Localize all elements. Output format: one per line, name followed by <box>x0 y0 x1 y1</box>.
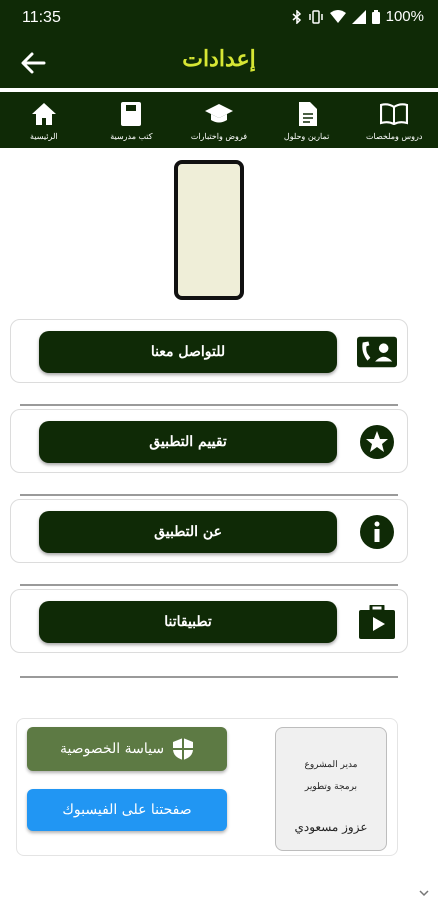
play-store-bag-icon <box>359 605 395 639</box>
apps-card: تطبيقاتنا <box>10 589 408 653</box>
divider <box>20 404 398 406</box>
tab-lessons[interactable]: دروس وملخصات <box>350 92 438 148</box>
status-time: 11:35 <box>22 9 61 27</box>
bottom-panel: سياسة الخصوصية صفحتنا على الفيسبوك مدير … <box>16 718 398 856</box>
star-circle-icon <box>359 424 395 460</box>
tab-books[interactable]: كتب مدرسية <box>88 92 176 148</box>
vibrate-icon <box>308 10 324 24</box>
book-open-icon <box>380 103 408 125</box>
tab-exercises[interactable]: تمارين وحلول <box>263 92 351 148</box>
facebook-page-button[interactable]: صفحتنا على الفيسبوك <box>27 789 227 831</box>
rate-button[interactable]: تقييم التطبيق <box>39 421 337 463</box>
divider <box>20 584 398 586</box>
chevron-down-icon <box>418 884 430 896</box>
tab-home[interactable]: الرئيسية <box>0 92 88 148</box>
tab-label: الرئيسية <box>30 132 58 141</box>
apps-icon-wrap <box>357 604 397 640</box>
battery-icon <box>372 10 380 24</box>
tab-exams[interactable]: فروض واختبارات <box>175 92 263 148</box>
privacy-policy-button[interactable]: سياسة الخصوصية <box>27 727 227 771</box>
contact-card: للتواصل معنا <box>10 319 408 383</box>
credit-role-manager: مدير المشروع <box>276 760 386 770</box>
status-bar: 11:35 100% <box>0 0 438 38</box>
tab-label: تمارين وحلول <box>284 132 329 141</box>
credits-box: مدير المشروع برمجة وتطوير عزوز مسعودي <box>275 727 387 851</box>
contact-icon-wrap <box>357 334 397 370</box>
info-icon <box>359 514 395 550</box>
about-icon-wrap <box>357 514 397 550</box>
apps-button[interactable]: تطبيقاتنا <box>39 601 337 643</box>
contact-phone-icon <box>357 336 397 368</box>
page-title: إعدادات <box>0 46 438 72</box>
shield-icon <box>172 737 194 761</box>
tab-label: كتب مدرسية <box>110 132 152 141</box>
about-card: عن التطبيق <box>10 499 408 563</box>
rate-icon-wrap <box>357 424 397 460</box>
document-icon <box>297 102 317 126</box>
wifi-icon <box>330 10 346 24</box>
graduation-cap-icon <box>204 102 234 126</box>
credit-name: عزوز مسعودي <box>276 820 386 834</box>
bluetooth-icon <box>292 10 302 24</box>
rate-card: تقييم التطبيق <box>10 409 408 473</box>
credit-role-developer: برمجة وتطوير <box>276 782 386 792</box>
battery-percent: 100% <box>386 8 424 25</box>
divider <box>20 494 398 496</box>
contact-button[interactable]: للتواصل معنا <box>39 331 337 373</box>
book-icon <box>121 102 141 126</box>
about-button[interactable]: عن التطبيق <box>39 511 337 553</box>
divider <box>20 676 398 678</box>
tab-label: دروس وملخصات <box>366 132 422 141</box>
tab-bar: دروس وملخصات تمارين وحلول فروض واختبارات… <box>0 92 438 148</box>
home-icon <box>31 102 57 126</box>
phone-illustration <box>174 160 244 300</box>
app-bar: إعدادات <box>0 38 438 88</box>
privacy-label: سياسة الخصوصية <box>60 741 164 757</box>
status-icons: 100% <box>292 8 424 25</box>
tab-label: فروض واختبارات <box>191 132 247 141</box>
signal-icon <box>352 10 366 24</box>
